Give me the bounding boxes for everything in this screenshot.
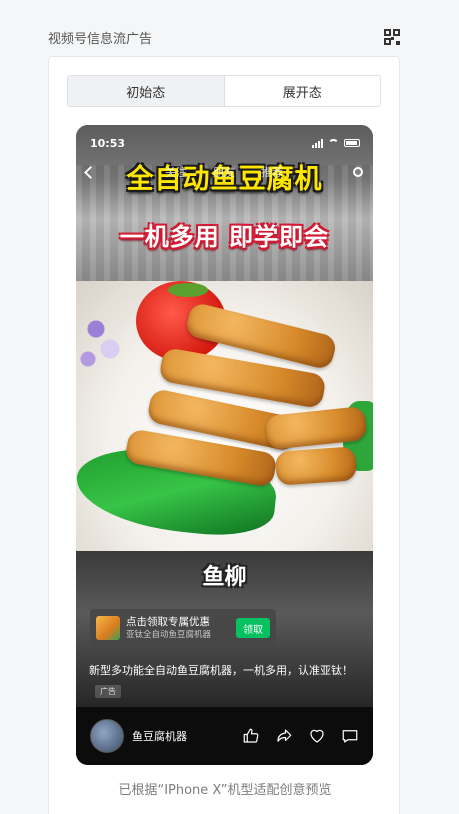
thumbs-up-icon[interactable]: [242, 727, 260, 745]
signal-icon: [312, 138, 323, 148]
qr-code-icon[interactable]: [384, 29, 400, 45]
comment-icon[interactable]: [341, 727, 359, 745]
tab-expanded-state[interactable]: 展开态: [224, 76, 380, 106]
phone-preview: 10:53 关注 朋友 推荐 全自动鱼豆腐机 一机多用 即学即会 鱼柳 点击领取…: [76, 125, 373, 765]
preview-note: 已根据“IPhone X”机型适配创意预览: [118, 783, 332, 798]
status-time: 10:53: [90, 136, 126, 150]
video-nav-tabs: 关注 朋友 推荐: [165, 164, 283, 180]
fried-fish-strip: [274, 446, 358, 486]
action-icons: [242, 727, 359, 745]
tomato-leaf: [168, 283, 208, 297]
tab-initial-state[interactable]: 初始态: [68, 76, 225, 106]
ad-description: 新型多功能全自动鱼豆腐机器，一机多用，认准亚钛！ 广告: [89, 661, 361, 701]
video-caption: 鱼柳: [202, 565, 247, 590]
nav-tab-follow[interactable]: 关注: [165, 164, 187, 180]
state-tabs: 初始态 展开态: [67, 75, 381, 107]
claim-button[interactable]: 领取: [236, 618, 270, 638]
account-name[interactable]: 鱼豆腐机器: [132, 728, 242, 744]
coupon-subtitle: 亚钛全自动鱼豆腐机器: [126, 629, 212, 640]
heart-icon[interactable]: [308, 727, 326, 745]
nav-tab-recommend[interactable]: 推荐: [261, 164, 283, 180]
ad-description-text: 新型多功能全自动鱼豆腐机器，一机多用，认准亚钛！: [89, 664, 353, 677]
preview-card: 初始态 展开态 10:53 关注 朋友 推荐 全自动鱼豆腐机 一机多用 即学即会: [48, 56, 400, 814]
page-title: 视频号信息流广告: [48, 31, 153, 47]
battery-icon: [344, 139, 360, 147]
share-icon[interactable]: [275, 727, 293, 745]
video-nav: 关注 朋友 推荐: [84, 163, 363, 181]
nav-tab-friends[interactable]: 朋友: [213, 164, 235, 180]
coupon-text: 点击领取专属优惠 亚钛全自动鱼豆腐机器: [126, 616, 236, 641]
coupon-thumbnail: [96, 616, 120, 640]
food-image: [76, 281, 373, 551]
coupon-card[interactable]: 点击领取专属优惠 亚钛全自动鱼豆腐机器 领取: [90, 609, 276, 647]
video-headline-2: 一机多用 即学即会: [119, 223, 330, 251]
search-icon[interactable]: [353, 167, 363, 177]
page-header: 视频号信息流广告: [48, 26, 400, 48]
avatar[interactable]: [90, 719, 124, 753]
wifi-icon: [328, 139, 339, 147]
ad-badge: 广告: [95, 684, 121, 698]
account-bar: 鱼豆腐机器: [76, 707, 373, 765]
status-bar: 10:53: [90, 135, 360, 151]
flower-decoration: [76, 299, 126, 389]
back-icon[interactable]: [84, 165, 97, 179]
coupon-title: 点击领取专属优惠: [126, 615, 210, 628]
status-icons: [312, 138, 360, 148]
